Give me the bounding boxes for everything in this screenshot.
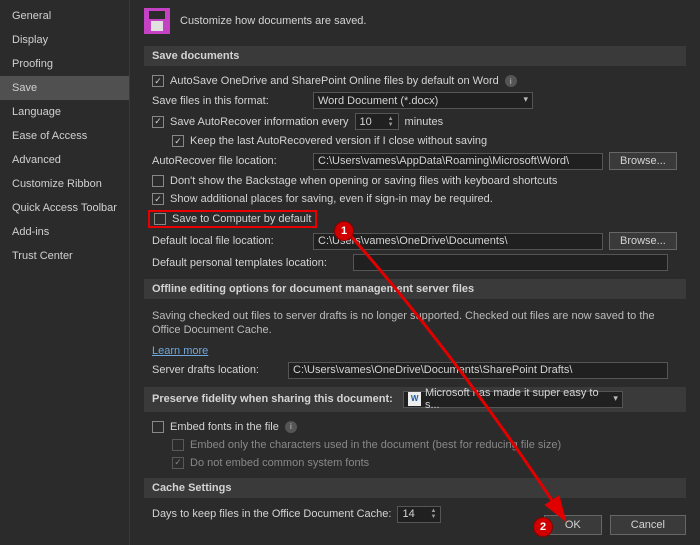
dont-show-backstage-checkbox[interactable]: [152, 175, 164, 187]
keep-last-checkbox[interactable]: [172, 135, 184, 147]
save-icon: [144, 8, 170, 34]
sidebar: General Display Proofing Save Language E…: [0, 0, 130, 545]
embed-only-label: Embed only the characters used in the do…: [190, 439, 561, 451]
default-templates-label: Default personal templates location:: [152, 257, 347, 269]
save-format-label: Save files in this format:: [152, 95, 307, 107]
ok-button[interactable]: OK: [544, 515, 602, 535]
offline-description: Saving checked out files to server draft…: [144, 305, 686, 342]
default-templates-input[interactable]: [353, 254, 668, 271]
keep-last-label: Keep the last AutoRecovered version if I…: [190, 135, 487, 147]
autorecover-minutes-input[interactable]: 10▲▼: [355, 113, 399, 130]
sidebar-item-save[interactable]: Save: [0, 76, 129, 100]
section-cache-settings: Cache Settings: [144, 478, 686, 498]
document-icon: [408, 392, 421, 406]
sidebar-item-customize-ribbon[interactable]: Customize Ribbon: [0, 172, 129, 196]
save-to-computer-label: Save to Computer by default: [172, 213, 311, 225]
sidebar-item-language[interactable]: Language: [0, 100, 129, 124]
autorecover-location-label: AutoRecover file location:: [152, 155, 307, 167]
main-panel: Customize how documents are saved. Save …: [130, 0, 700, 545]
document-selector[interactable]: Microsoft has made it super easy to s...: [403, 391, 623, 408]
browse-button-default[interactable]: Browse...: [609, 232, 677, 250]
sidebar-item-quick-access-toolbar[interactable]: Quick Access Toolbar: [0, 196, 129, 220]
default-local-location-input[interactable]: [313, 233, 603, 250]
server-drafts-input[interactable]: [288, 362, 668, 379]
sidebar-item-ease-of-access[interactable]: Ease of Access: [0, 124, 129, 148]
page-title: Customize how documents are saved.: [180, 15, 366, 27]
embed-only-checkbox: [172, 439, 184, 451]
callout-2: 2: [534, 518, 552, 536]
embed-fonts-checkbox[interactable]: [152, 421, 164, 433]
show-places-checkbox[interactable]: [152, 193, 164, 205]
minutes-label: minutes: [405, 116, 444, 128]
sidebar-item-add-ins[interactable]: Add-ins: [0, 220, 129, 244]
learn-more-link[interactable]: Learn more: [152, 345, 208, 357]
show-places-label: Show additional places for saving, even …: [170, 193, 493, 205]
autorecover-checkbox[interactable]: [152, 116, 164, 128]
sidebar-item-advanced[interactable]: Advanced: [0, 148, 129, 172]
sidebar-item-proofing[interactable]: Proofing: [0, 52, 129, 76]
server-drafts-label: Server drafts location:: [152, 364, 282, 376]
default-local-location-label: Default local file location:: [152, 235, 307, 247]
no-common-fonts-checkbox: [172, 457, 184, 469]
dont-show-backstage-label: Don't show the Backstage when opening or…: [170, 175, 557, 187]
embed-fonts-label: Embed fonts in the file: [170, 421, 279, 433]
callout-1: 1: [335, 222, 353, 240]
info-icon[interactable]: i: [505, 75, 517, 87]
section-preserve-fidelity: Preserve fidelity when sharing this docu…: [144, 387, 686, 412]
cache-days-input[interactable]: 14▲▼: [397, 506, 441, 523]
cancel-button[interactable]: Cancel: [610, 515, 686, 535]
section-offline-editing: Offline editing options for document man…: [144, 279, 686, 299]
section-save-documents: Save documents: [144, 46, 686, 66]
autosave-label: AutoSave OneDrive and SharePoint Online …: [170, 75, 499, 87]
sidebar-item-trust-center[interactable]: Trust Center: [0, 244, 129, 268]
autorecover-label: Save AutoRecover information every: [170, 116, 349, 128]
autorecover-location-input[interactable]: [313, 153, 603, 170]
save-to-computer-checkbox[interactable]: [154, 213, 166, 225]
no-common-fonts-label: Do not embed common system fonts: [190, 457, 369, 469]
save-format-select[interactable]: Word Document (*.docx): [313, 92, 533, 109]
sidebar-item-general[interactable]: General: [0, 4, 129, 28]
cache-days-label: Days to keep files in the Office Documen…: [152, 508, 391, 520]
info-icon[interactable]: i: [285, 421, 297, 433]
autosave-checkbox[interactable]: [152, 75, 164, 87]
sidebar-item-display[interactable]: Display: [0, 28, 129, 52]
browse-button-autorecover[interactable]: Browse...: [609, 152, 677, 170]
